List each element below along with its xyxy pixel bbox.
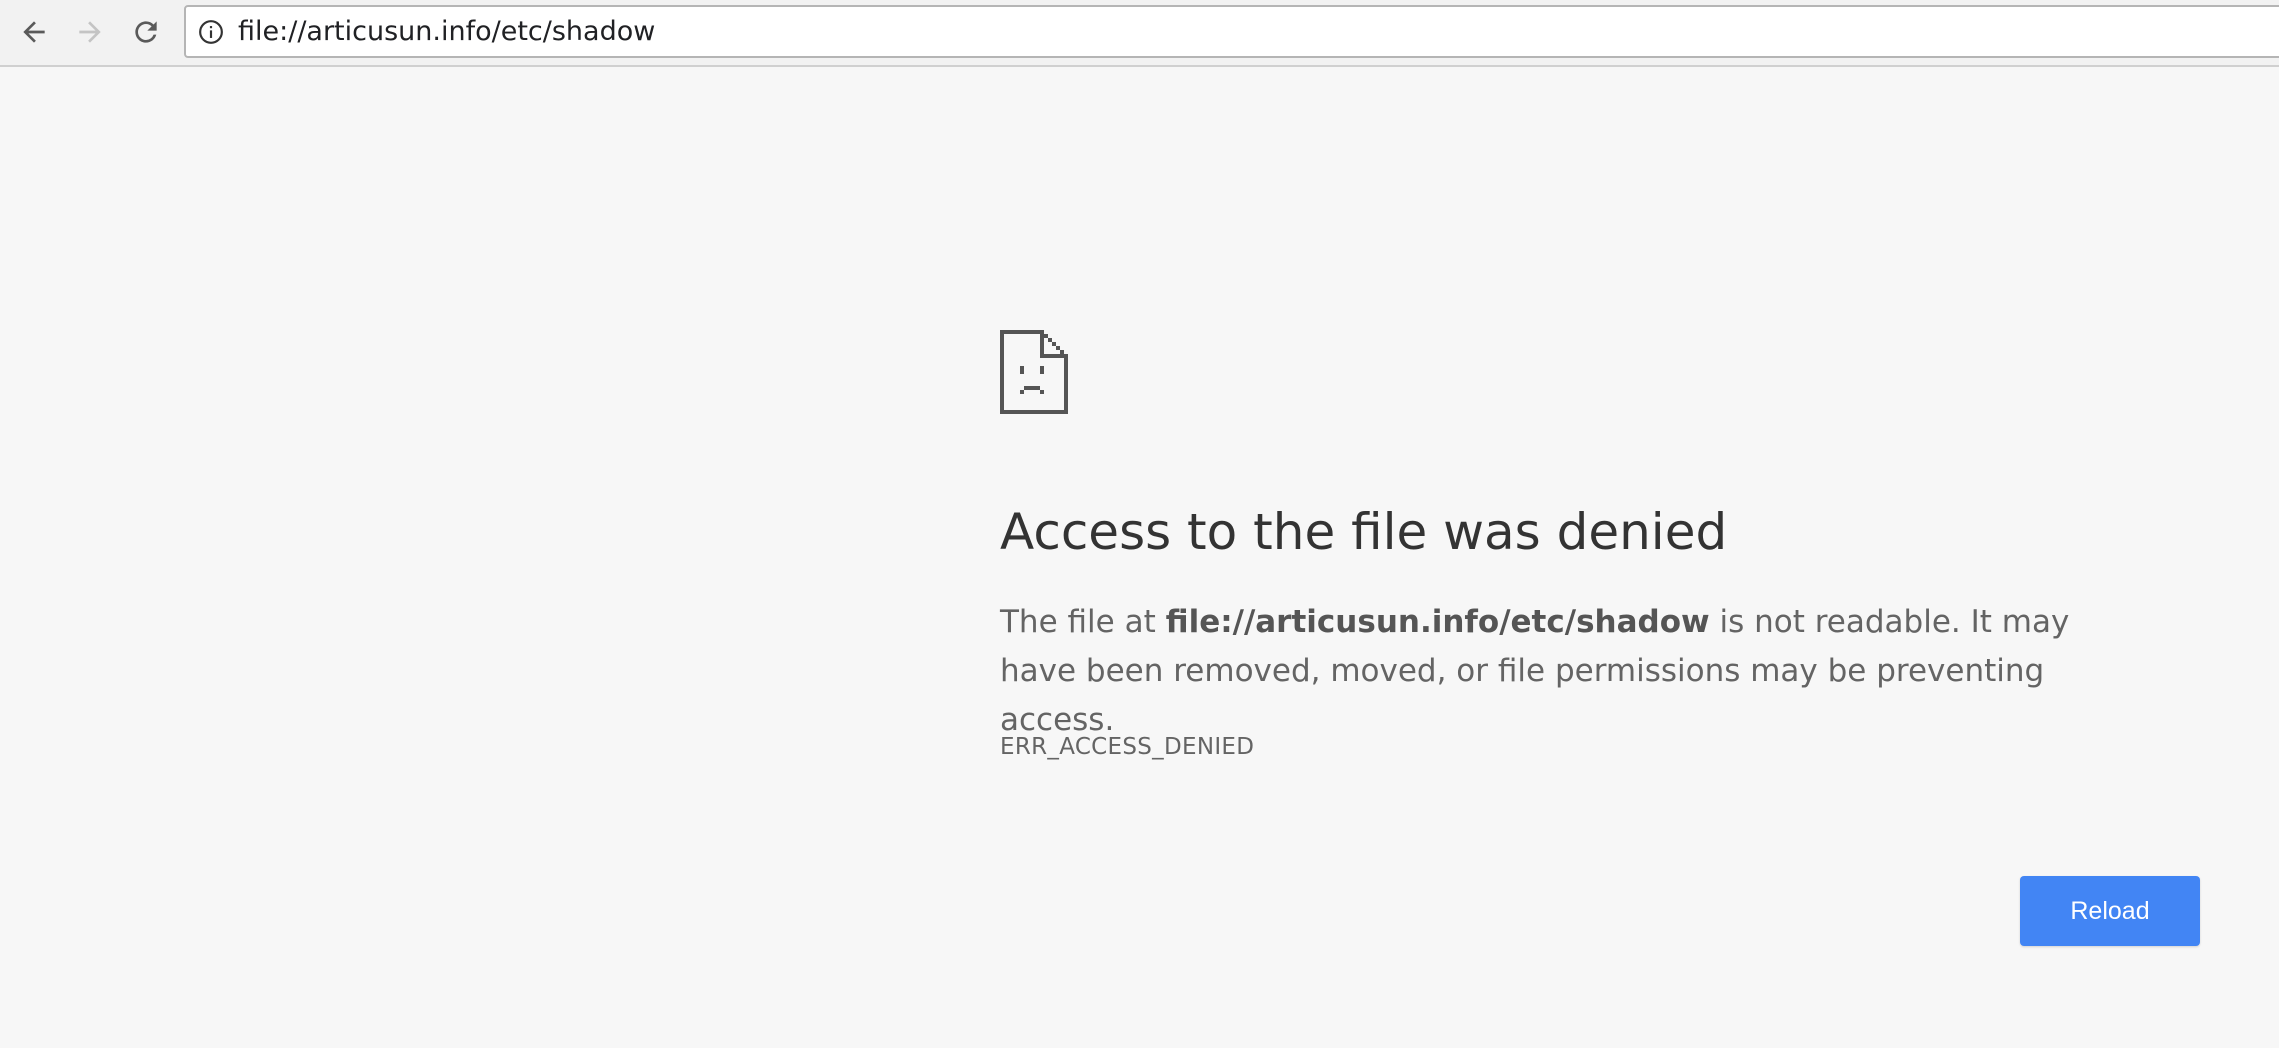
arrow-right-icon: [79, 21, 101, 43]
url-text[interactable]: file://articusun.info/etc/shadow: [238, 7, 655, 57]
back-button[interactable]: [12, 10, 56, 54]
reload-icon: [135, 21, 157, 43]
reload-nav-button[interactable]: [124, 10, 168, 54]
reload-button[interactable]: Reload: [2020, 876, 2200, 946]
error-heading: Access to the file was denied: [1000, 503, 1728, 561]
message-url: file://articusun.info/etc/shadow: [1165, 604, 1710, 640]
message-prefix: The file at: [1000, 604, 1166, 640]
arrow-left-icon: [23, 21, 45, 43]
sad-file-icon: [1000, 330, 1068, 414]
error-code: ERR_ACCESS_DENIED: [1000, 734, 1255, 760]
error-message: The file at file://articusun.info/etc/sh…: [1000, 598, 2140, 745]
forward-button[interactable]: [68, 10, 112, 54]
info-icon[interactable]: [198, 19, 224, 45]
browser-toolbar: file://articusun.info/etc/shadow: [0, 0, 2279, 67]
address-bar[interactable]: file://articusun.info/etc/shadow: [184, 5, 2279, 58]
